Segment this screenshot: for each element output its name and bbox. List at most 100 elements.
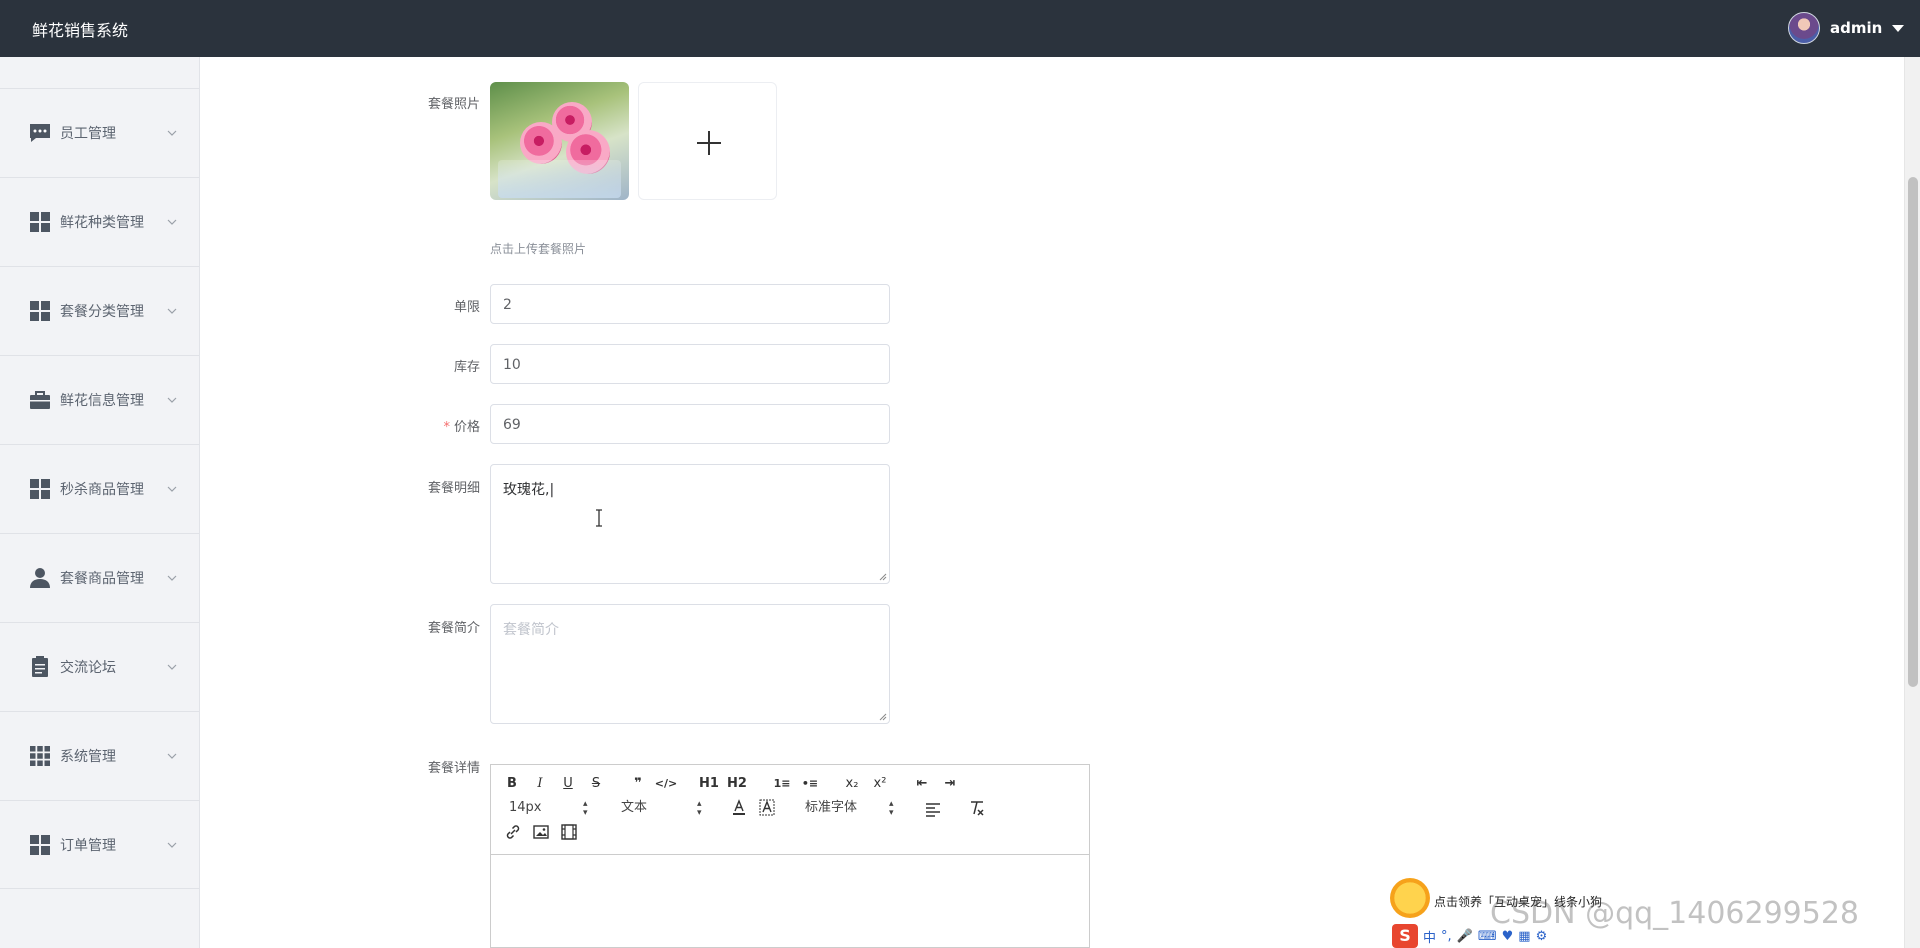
subscript-button[interactable]: x₂ bbox=[843, 775, 861, 793]
avatar[interactable] bbox=[1788, 12, 1820, 44]
package-photo[interactable] bbox=[490, 82, 629, 200]
resize-handle-icon[interactable] bbox=[879, 573, 887, 581]
stock-label: 库存 bbox=[453, 360, 480, 375]
top-bar: 鲜花销售系统 admin bbox=[0, 0, 1920, 57]
user-menu[interactable]: admin bbox=[1788, 12, 1905, 44]
superscript-button[interactable]: x² bbox=[871, 775, 889, 793]
text-style-select[interactable]: 文本 bbox=[621, 799, 647, 817]
grid-icon bbox=[30, 834, 50, 855]
font-size-select[interactable]: 14px bbox=[509, 799, 542, 817]
link-icon[interactable] bbox=[505, 824, 521, 840]
select-arrows-icon: ▴ ▾ bbox=[583, 799, 588, 818]
sun-mascot-icon bbox=[1390, 878, 1430, 918]
align-icon[interactable] bbox=[925, 801, 941, 817]
scrollbar-thumb[interactable] bbox=[1908, 177, 1918, 687]
outdent-button[interactable]: ⇤ bbox=[913, 775, 931, 793]
resize-handle-icon[interactable] bbox=[879, 713, 887, 721]
keyboard-icon[interactable]: ⌨ bbox=[1478, 929, 1497, 944]
toolbox-icon[interactable]: ▦ bbox=[1518, 929, 1530, 944]
chevron-down-icon bbox=[167, 575, 177, 581]
sidebar-item-label: 订单管理 bbox=[60, 837, 116, 854]
caret-down-icon[interactable] bbox=[1892, 24, 1905, 32]
apps-icon bbox=[30, 746, 50, 766]
header-1-button[interactable]: H1 bbox=[699, 775, 719, 793]
microphone-icon[interactable]: 🎤 bbox=[1457, 929, 1473, 944]
page-scrollbar[interactable] bbox=[1904, 57, 1920, 948]
ime-toolbar[interactable]: S 中 °, 🎤 ⌨ ♥ ▦ ⚙ bbox=[1392, 924, 1624, 948]
background-color-icon[interactable] bbox=[759, 799, 775, 817]
sidebar-item-label: 秒杀商品管理 bbox=[60, 482, 144, 498]
italic-button[interactable]: I bbox=[531, 775, 549, 793]
chat-icon bbox=[30, 124, 50, 142]
sidebar-item-package-goods[interactable]: 套餐商品管理 bbox=[0, 533, 199, 622]
chevron-down-icon bbox=[167, 397, 177, 403]
sidebar-item-orders[interactable]: 订单管理 bbox=[0, 800, 199, 889]
required-mark: * bbox=[443, 420, 450, 435]
chevron-down-icon bbox=[167, 219, 177, 225]
indent-button[interactable]: ⇥ bbox=[941, 775, 959, 793]
chevron-down-icon bbox=[167, 753, 177, 759]
sidebar: 员工管理 鲜花种类管理 套餐分类管理 鲜花信息管理 秒杀商品管理 套餐商品管理 … bbox=[0, 57, 200, 948]
price-label: * 价格 bbox=[390, 416, 480, 435]
grid-icon bbox=[30, 212, 50, 232]
text-cursor-icon bbox=[596, 509, 602, 527]
user-name[interactable]: admin bbox=[1830, 19, 1882, 37]
person-icon bbox=[30, 568, 50, 588]
chevron-down-icon bbox=[167, 308, 177, 314]
sidebar-item-label: 交流论坛 bbox=[60, 660, 116, 676]
clear-format-icon[interactable] bbox=[969, 800, 985, 816]
rich-text-editor[interactable]: B I U S ❞ </> H1 H2 1≡ •≡ x₂ x² ⇤ ⇥ 14px… bbox=[490, 764, 1090, 948]
select-arrows-icon: ▴ ▾ bbox=[697, 799, 702, 818]
underline-button[interactable]: U bbox=[559, 775, 577, 793]
sidebar-item-flash-sale[interactable]: 秒杀商品管理 bbox=[0, 444, 199, 533]
stock-input[interactable]: 10 bbox=[490, 344, 890, 384]
app-title: 鲜花销售系统 bbox=[32, 21, 129, 40]
briefcase-icon bbox=[30, 391, 50, 409]
sidebar-item-system[interactable]: 系统管理 bbox=[0, 711, 199, 800]
sidebar-item-label: 鲜花信息管理 bbox=[60, 393, 144, 409]
ordered-list-button[interactable]: 1≡ bbox=[771, 775, 793, 793]
sidebar-item-forum[interactable]: 交流论坛 bbox=[0, 622, 199, 711]
sidebar-item-label: 套餐分类管理 bbox=[60, 304, 144, 320]
intro-textarea[interactable]: 套餐简介 bbox=[490, 604, 890, 724]
photo-upload-button[interactable] bbox=[638, 82, 777, 200]
limit-input[interactable]: 2 bbox=[490, 284, 890, 324]
code-block-button[interactable]: </> bbox=[653, 775, 679, 793]
blockquote-button[interactable]: ❞ bbox=[629, 775, 647, 793]
photo-label: 套餐照片 bbox=[427, 97, 480, 112]
sidebar-item-flower-info[interactable]: 鲜花信息管理 bbox=[0, 355, 199, 444]
content-label: 套餐详情 bbox=[427, 761, 480, 776]
editor-toolbar: B I U S ❞ </> H1 H2 1≡ •≡ x₂ x² ⇤ ⇥ 14px… bbox=[491, 765, 1089, 855]
limit-label: 单限 bbox=[453, 300, 480, 315]
font-color-icon[interactable] bbox=[731, 799, 747, 817]
ime-mode-label[interactable]: 中 bbox=[1423, 927, 1436, 946]
sidebar-item-label: 鲜花种类管理 bbox=[60, 215, 144, 231]
intro-placeholder: 套餐简介 bbox=[503, 622, 559, 638]
sogou-icon[interactable]: S bbox=[1392, 924, 1418, 948]
image-icon[interactable] bbox=[533, 824, 549, 840]
intro-label: 套餐简介 bbox=[427, 621, 480, 636]
chevron-down-icon bbox=[167, 486, 177, 492]
punctuation-icon[interactable]: °, bbox=[1441, 929, 1452, 944]
grid-icon bbox=[30, 479, 50, 499]
bullet-list-button[interactable]: •≡ bbox=[799, 775, 821, 793]
sidebar-item-label: 员工管理 bbox=[60, 126, 116, 142]
header-2-button[interactable]: H2 bbox=[727, 775, 747, 793]
clipboard-icon bbox=[32, 656, 48, 677]
skin-icon[interactable]: ♥ bbox=[1502, 929, 1514, 944]
price-input[interactable]: 69 bbox=[490, 404, 890, 444]
chevron-down-icon bbox=[167, 842, 177, 848]
bold-button[interactable]: B bbox=[503, 775, 521, 793]
video-icon[interactable] bbox=[561, 824, 577, 840]
settings-icon[interactable]: ⚙ bbox=[1536, 929, 1548, 944]
strikethrough-button[interactable]: S bbox=[587, 775, 605, 793]
sidebar-item-staff[interactable]: 员工管理 bbox=[0, 88, 199, 177]
sidebar-item-package-categories[interactable]: 套餐分类管理 bbox=[0, 266, 199, 355]
font-family-select[interactable]: 标准字体 bbox=[805, 799, 857, 817]
photo-upload-hint: 点击上传套餐照片 bbox=[490, 242, 587, 256]
chevron-down-icon bbox=[167, 130, 177, 136]
select-arrows-icon: ▴ ▾ bbox=[889, 799, 894, 818]
sidebar-item-flower-types[interactable]: 鲜花种类管理 bbox=[0, 177, 199, 266]
detail-textarea[interactable]: 玫瑰花,| bbox=[490, 464, 890, 584]
detail-label: 套餐明细 bbox=[427, 481, 480, 496]
